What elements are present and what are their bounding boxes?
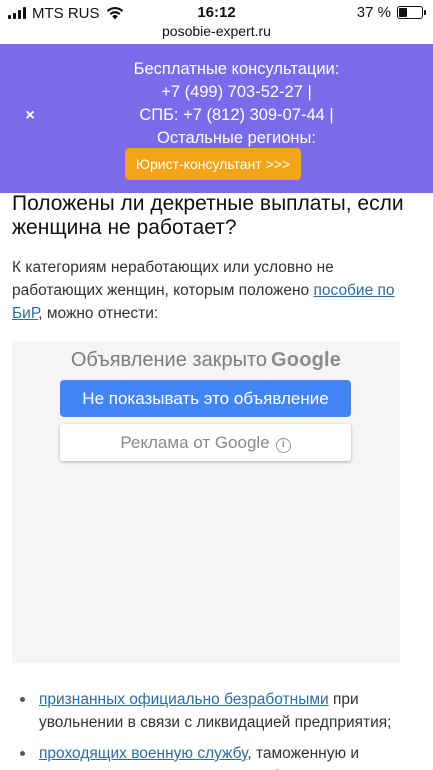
battery-percent: 37 %	[356, 4, 391, 21]
consultation-banner: × Бесплатные консультации: +7 (499) 703-…	[0, 44, 433, 193]
bullet-icon	[20, 697, 25, 702]
ad-closed-text: Объявление закрыто	[70, 349, 268, 371]
ads-by-google-button[interactable]: Реклама от Google i	[60, 424, 351, 461]
battery-level	[399, 8, 407, 17]
list-item-link[interactable]: признанных официально безработными	[39, 691, 329, 708]
status-bar: MTS RUS 16:12 posobie-expert.ru 37 %	[0, 0, 433, 44]
eligible-categories-list: признанных официально безработными при у…	[12, 688, 424, 770]
google-ad-block: Объявление закрыто Google Не показывать э…	[12, 341, 400, 663]
banner-phone-spb[interactable]: СПБ: +7 (812) 309-07-44 |	[60, 104, 413, 127]
intro-text: К категориям неработающих или условно не…	[12, 259, 334, 299]
list-item-link[interactable]: проходящих военную службу	[39, 745, 247, 762]
close-icon[interactable]: ×	[22, 108, 38, 124]
hide-ad-button[interactable]: Не показывать это объявление	[60, 380, 351, 417]
battery-icon	[397, 6, 426, 19]
list-item: признанных официально безработными при у…	[12, 688, 424, 734]
google-logo: Google	[271, 349, 342, 371]
banner-phone-moscow[interactable]: +7 (499) 703-52-27 |	[60, 81, 413, 104]
page-url[interactable]: posobie-expert.ru	[0, 23, 433, 39]
ad-closed-header: Объявление закрыто Google	[12, 349, 400, 372]
intro-text-end: , можно отнести:	[38, 305, 159, 322]
battery-tip	[424, 10, 426, 15]
banner-line-regions: Остальные регионы:	[157, 129, 316, 147]
status-right: 37 %	[356, 4, 426, 21]
ads-by-google-label: Реклама от Google	[120, 433, 270, 452]
intro-paragraph: К категориям неработающих или условно не…	[12, 256, 424, 325]
article-title: Положены ли декретные выплаты, если женщ…	[12, 192, 404, 239]
banner-line-title: Бесплатные консультации:	[133, 60, 340, 78]
list-item: проходящих военную службу, таможенную и …	[12, 742, 424, 770]
banner-text: Бесплатные консультации: +7 (499) 703-52…	[60, 58, 413, 150]
lawyer-consultant-button[interactable]: Юрист-консультант >>>	[125, 148, 301, 180]
info-icon: i	[275, 438, 291, 453]
bullet-icon	[20, 751, 25, 756]
